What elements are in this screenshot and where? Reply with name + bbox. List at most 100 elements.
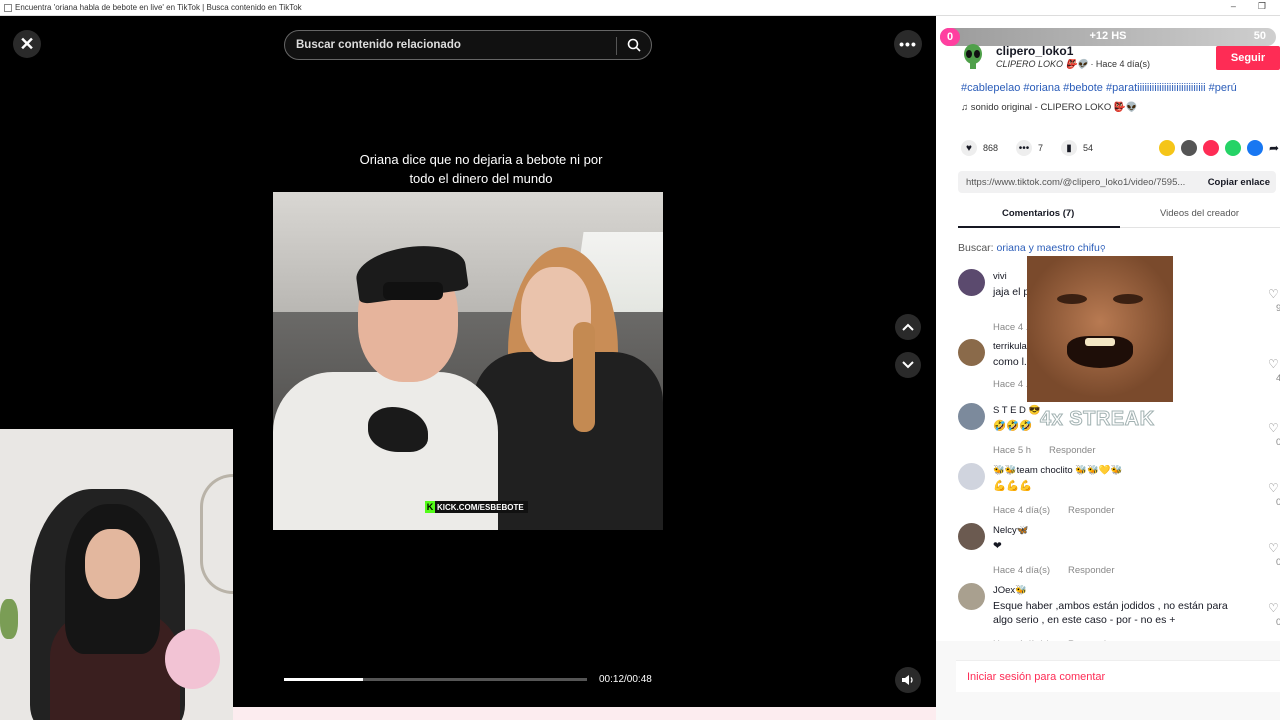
streak-right-count: 50 — [1253, 30, 1266, 42]
comment-action[interactable]: ••• 7 — [1016, 140, 1043, 156]
previous-video-button[interactable] — [895, 314, 921, 340]
comment-like-count: 0 — [1276, 437, 1280, 448]
comment-like-icon[interactable]: ♡ — [1268, 287, 1279, 301]
login-to-comment-button[interactable]: Iniciar sesión para comentar — [956, 660, 1280, 692]
comment-like-count: 0 — [1276, 617, 1280, 628]
search-suggestion[interactable]: Buscar: oriana y maestro chifu⚲ — [958, 242, 1106, 254]
video-frame[interactable]: K KICK.COM/ESBEBOTE — [273, 192, 663, 530]
streak-overlay-bar: +12 HS 0 50 — [940, 28, 1276, 46]
kick-watermark-text: KICK.COM/ESBEBOTE — [437, 502, 524, 512]
commenter-avatar[interactable] — [958, 339, 985, 366]
comment-like-icon[interactable]: ♡ — [1268, 541, 1279, 555]
sound-name: sonido original - CLIPERO LOKO 👺👽 — [970, 102, 1138, 113]
comment-text: 💪💪💪 — [993, 480, 1033, 492]
post-hashtags[interactable]: #cablepelao #oriana #bebote #paratiiiiii… — [961, 82, 1237, 94]
bookmark-icon: ▮ — [1061, 140, 1078, 156]
restore-button[interactable]: ❐ — [1258, 1, 1266, 12]
commenter-name[interactable]: 🐝🐝team choclito 🐝🐝💛🐝 — [993, 465, 1123, 476]
like-action[interactable]: ♥ 868 — [961, 140, 998, 156]
post-date: · Hace 4 día(s) — [1087, 59, 1150, 69]
commenter-name[interactable]: vivi — [993, 271, 1007, 282]
video-link[interactable]: https://www.tiktok.com/@clipero_loko1/vi… — [966, 177, 1185, 188]
meme-teeth — [1085, 338, 1115, 346]
comment-time: Hace 4 día(s) — [993, 505, 1051, 516]
active-tab-indicator — [958, 226, 1120, 228]
save-count: 54 — [1083, 143, 1094, 153]
search-icon[interactable] — [627, 38, 641, 52]
post-actions: ♥ 868 ••• 7 ▮ 54 — [961, 140, 1111, 156]
creator-display-name: CLIPERO LOKO 👺👽 — [996, 59, 1088, 69]
streamer-face — [85, 529, 140, 599]
whatsapp-icon[interactable] — [1225, 140, 1241, 156]
comment-meta: Hace 5 h Responder — [993, 445, 1096, 456]
related-search-box[interactable] — [284, 30, 652, 60]
streak-overlay-text: 4x STREAK — [1040, 408, 1155, 431]
comment-like-icon[interactable]: ♡ — [1268, 601, 1279, 615]
commenter-avatar[interactable] — [958, 583, 985, 610]
video-progress-bar[interactable] — [284, 678, 587, 681]
more-options-button[interactable]: ••• — [894, 30, 922, 58]
tab-comments[interactable]: Comentarios (7) — [1002, 208, 1074, 219]
reply-button[interactable]: Responder — [1068, 565, 1114, 576]
man-sunglasses — [383, 282, 443, 300]
embed-icon[interactable] — [1181, 140, 1197, 156]
comment-item: Nelcy🦋 ❤ Hace 4 día(s) Responder ♡ 0 — [958, 523, 1280, 579]
webcam-plant — [0, 599, 18, 639]
save-action[interactable]: ▮ 54 — [1061, 140, 1093, 156]
close-button[interactable]: ✕ — [13, 30, 41, 58]
meme-left-eye — [1057, 294, 1087, 304]
window-titlebar: Encuentra 'oriana habla de bebote en liv… — [0, 0, 1280, 16]
comment-text: Esque haber ,ambos están jodidos , no es… — [993, 600, 1228, 626]
chevron-down-icon — [902, 361, 914, 369]
commenter-name[interactable]: S T E D 😎 — [993, 405, 1040, 416]
commenter-avatar[interactable] — [958, 403, 985, 430]
caption-line-2: todo el dinero del mundo — [409, 171, 553, 186]
next-video-button[interactable] — [895, 352, 921, 378]
video-link-box[interactable]: https://www.tiktok.com/@clipero_loko1/vi… — [958, 171, 1276, 193]
commenter-name[interactable]: Nelcy🦋 — [993, 525, 1029, 536]
comment-tabs: Comentarios (7) Videos del creador — [958, 204, 1280, 228]
creator-avatar[interactable] — [961, 43, 985, 69]
speaker-icon — [902, 675, 913, 685]
details-panel: +12 HS 0 50 clipero_loko1 CLIPERO LOKO 👺… — [936, 16, 1280, 720]
comment-like-icon[interactable]: ♡ — [1268, 421, 1279, 435]
related-search-input[interactable] — [296, 39, 612, 51]
comment-time: Hace 5 h — [993, 445, 1032, 456]
comment-item: JOex🐝 Esque haber ,ambos están jodidos , … — [958, 583, 1280, 650]
webcam-mirror — [200, 474, 233, 594]
heart-icon: ♥ — [961, 140, 977, 156]
commenter-avatar[interactable] — [958, 463, 985, 490]
copy-link-button[interactable]: Copiar enlace — [1208, 177, 1270, 188]
search-suggestion-term[interactable]: oriana y maestro chifu — [997, 242, 1100, 254]
kick-logo-icon: K — [425, 501, 435, 513]
search-divider — [616, 37, 617, 55]
comment-like-icon[interactable]: ♡ — [1268, 357, 1279, 371]
comment-like-count: 9 — [1276, 303, 1280, 314]
comment-like-icon[interactable]: ♡ — [1268, 481, 1279, 495]
commenter-name[interactable]: JOex🐝 — [993, 585, 1027, 596]
volume-button[interactable] — [895, 667, 921, 693]
send-icon[interactable] — [1203, 140, 1219, 156]
minimize-button[interactable]: – — [1231, 1, 1236, 12]
commenter-avatar[interactable] — [958, 523, 985, 550]
video-caption: Oriana dice que no dejaria a bebote ni p… — [300, 150, 662, 188]
creator-username[interactable]: clipero_loko1 — [996, 44, 1073, 58]
comment-item: 🐝🐝team choclito 🐝🐝💛🐝 💪💪💪 Hace 4 día(s) Resp… — [958, 463, 1280, 519]
window-title: Encuentra 'oriana habla de bebote en liv… — [15, 3, 302, 12]
comment-meta: Hace 4 día(s) Responder — [993, 505, 1115, 516]
comment-like-count: 4 — [1276, 373, 1280, 384]
like-count: 868 — [983, 143, 999, 153]
facebook-icon[interactable] — [1247, 140, 1263, 156]
tab-creator-videos[interactable]: Videos del creador — [1160, 208, 1239, 219]
commenter-avatar[interactable] — [958, 269, 985, 296]
repost-icon[interactable] — [1159, 140, 1175, 156]
share-arrow-icon[interactable]: ➦ — [1269, 140, 1280, 156]
search-suggestion-prefix: Buscar: — [958, 242, 997, 254]
creator-subline: CLIPERO LOKO 👺👽 · Hace 4 día(s) — [996, 59, 1150, 70]
follow-button[interactable]: Seguir — [1216, 46, 1280, 70]
reply-button[interactable]: Responder — [1049, 445, 1095, 456]
reply-button[interactable]: Responder — [1068, 505, 1114, 516]
post-sound[interactable]: ♫ sonido original - CLIPERO LOKO 👺👽 — [961, 102, 1138, 113]
browser-icon — [4, 3, 12, 12]
woman-braid — [573, 322, 595, 432]
